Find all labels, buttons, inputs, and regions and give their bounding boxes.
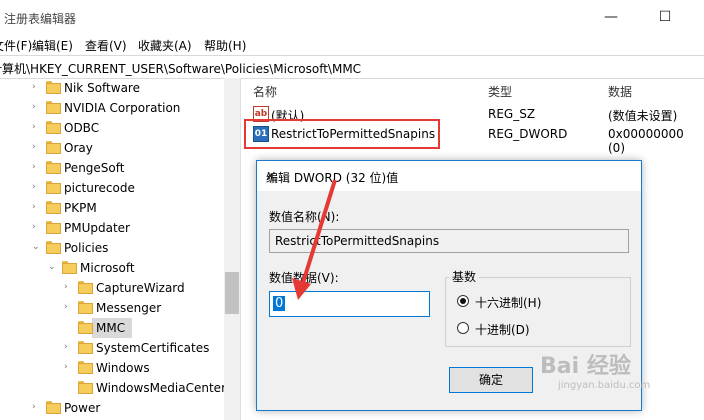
watermark-logo: Bai 经验 [540,354,631,379]
watermark-url: jingyan.baidu.com [558,380,651,391]
